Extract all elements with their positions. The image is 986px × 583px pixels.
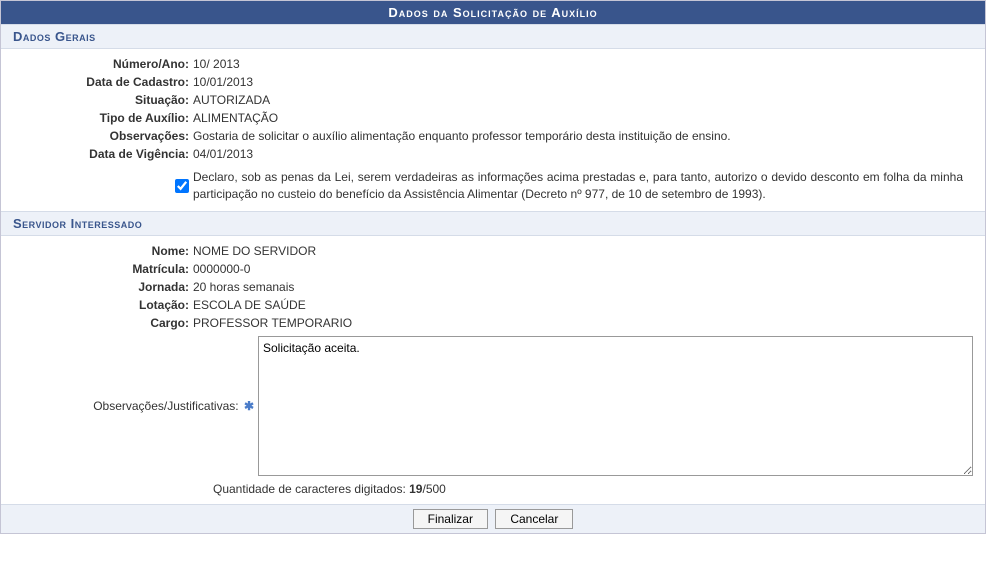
char-count-label: Quantidade de caracteres digitados: 19/5… xyxy=(213,482,446,496)
cancelar-button[interactable]: Cancelar xyxy=(495,509,573,529)
field-data-vigencia: Data de Vigência: 04/01/2013 xyxy=(13,147,973,161)
value-situacao: AUTORIZADA xyxy=(193,93,973,107)
field-jornada: Jornada: 20 horas semanais xyxy=(13,280,973,294)
section-header-servidor-interessado: Servidor Interessado xyxy=(1,211,985,236)
value-data-cadastro: 10/01/2013 xyxy=(193,75,973,89)
field-nome: Nome: NOME DO SERVIDOR xyxy=(13,244,973,258)
declaration-checkbox-wrap xyxy=(13,169,193,196)
value-lotacao: ESCOLA DE SAÚDE xyxy=(193,298,973,312)
observacoes-justificativas-textarea[interactable] xyxy=(258,336,973,476)
label-jornada: Jornada: xyxy=(13,280,193,294)
finalizar-button[interactable]: Finalizar xyxy=(413,509,488,529)
label-observacoes: Observações: xyxy=(13,129,193,143)
label-numero-ano: Número/Ano: xyxy=(13,57,193,71)
section-header-dados-gerais: Dados Gerais xyxy=(1,24,985,49)
char-count-row: Quantidade de caracteres digitados: 19/5… xyxy=(13,482,973,496)
label-nome: Nome: xyxy=(13,244,193,258)
field-lotacao: Lotação: ESCOLA DE SAÚDE xyxy=(13,298,973,312)
label-observacoes-justificativas-text: Observações/Justificativas: xyxy=(93,399,238,413)
value-jornada: 20 horas semanais xyxy=(193,280,973,294)
value-cargo: PROFESSOR TEMPORARIO xyxy=(193,316,973,330)
declaration-checkbox[interactable] xyxy=(175,179,189,193)
label-observacoes-justificativas: Observações/Justificativas: ✱ xyxy=(13,399,258,413)
char-count-current: 19 xyxy=(409,482,422,496)
label-tipo-auxilio: Tipo de Auxílio: xyxy=(13,111,193,125)
field-tipo-auxilio: Tipo de Auxílio: ALIMENTAÇÃO xyxy=(13,111,973,125)
char-count-prefix: Quantidade de caracteres digitados: xyxy=(213,482,409,496)
section-body-servidor-interessado: Nome: NOME DO SERVIDOR Matrícula: 000000… xyxy=(1,236,985,504)
label-data-vigencia: Data de Vigência: xyxy=(13,147,193,161)
field-situacao: Situação: AUTORIZADA xyxy=(13,93,973,107)
label-situacao: Situação: xyxy=(13,93,193,107)
field-cargo: Cargo: PROFESSOR TEMPORARIO xyxy=(13,316,973,330)
field-matricula: Matrícula: 0000000-0 xyxy=(13,262,973,276)
declaration-text: Declaro, sob as penas da Lei, serem verd… xyxy=(193,169,973,203)
label-lotacao: Lotação: xyxy=(13,298,193,312)
label-data-cadastro: Data de Cadastro: xyxy=(13,75,193,89)
char-count-max: /500 xyxy=(422,482,445,496)
section-body-dados-gerais: Número/Ano: 10/ 2013 Data de Cadastro: 1… xyxy=(1,49,985,211)
value-matricula: 0000000-0 xyxy=(193,262,973,276)
field-numero-ano: Número/Ano: 10/ 2013 xyxy=(13,57,973,71)
value-data-vigencia: 04/01/2013 xyxy=(193,147,973,161)
declaration-row: Declaro, sob as penas da Lei, serem verd… xyxy=(13,169,973,203)
value-nome: NOME DO SERVIDOR xyxy=(193,244,973,258)
label-cargo: Cargo: xyxy=(13,316,193,330)
value-observacoes: Gostaria de solicitar o auxílio alimenta… xyxy=(193,129,973,143)
field-data-cadastro: Data de Cadastro: 10/01/2013 xyxy=(13,75,973,89)
value-numero-ano: 10/ 2013 xyxy=(193,57,973,71)
label-matricula: Matrícula: xyxy=(13,262,193,276)
required-star-icon: ✱ xyxy=(244,399,254,413)
field-observacoes: Observações: Gostaria de solicitar o aux… xyxy=(13,129,973,143)
page-title: Dados da Solicitação de Auxílio xyxy=(1,1,985,24)
field-observacoes-justificativas: Observações/Justificativas: ✱ xyxy=(13,336,973,476)
value-tipo-auxilio: ALIMENTAÇÃO xyxy=(193,111,973,125)
button-bar: Finalizar Cancelar xyxy=(1,504,985,533)
form-container: Dados da Solicitação de Auxílio Dados Ge… xyxy=(0,0,986,534)
